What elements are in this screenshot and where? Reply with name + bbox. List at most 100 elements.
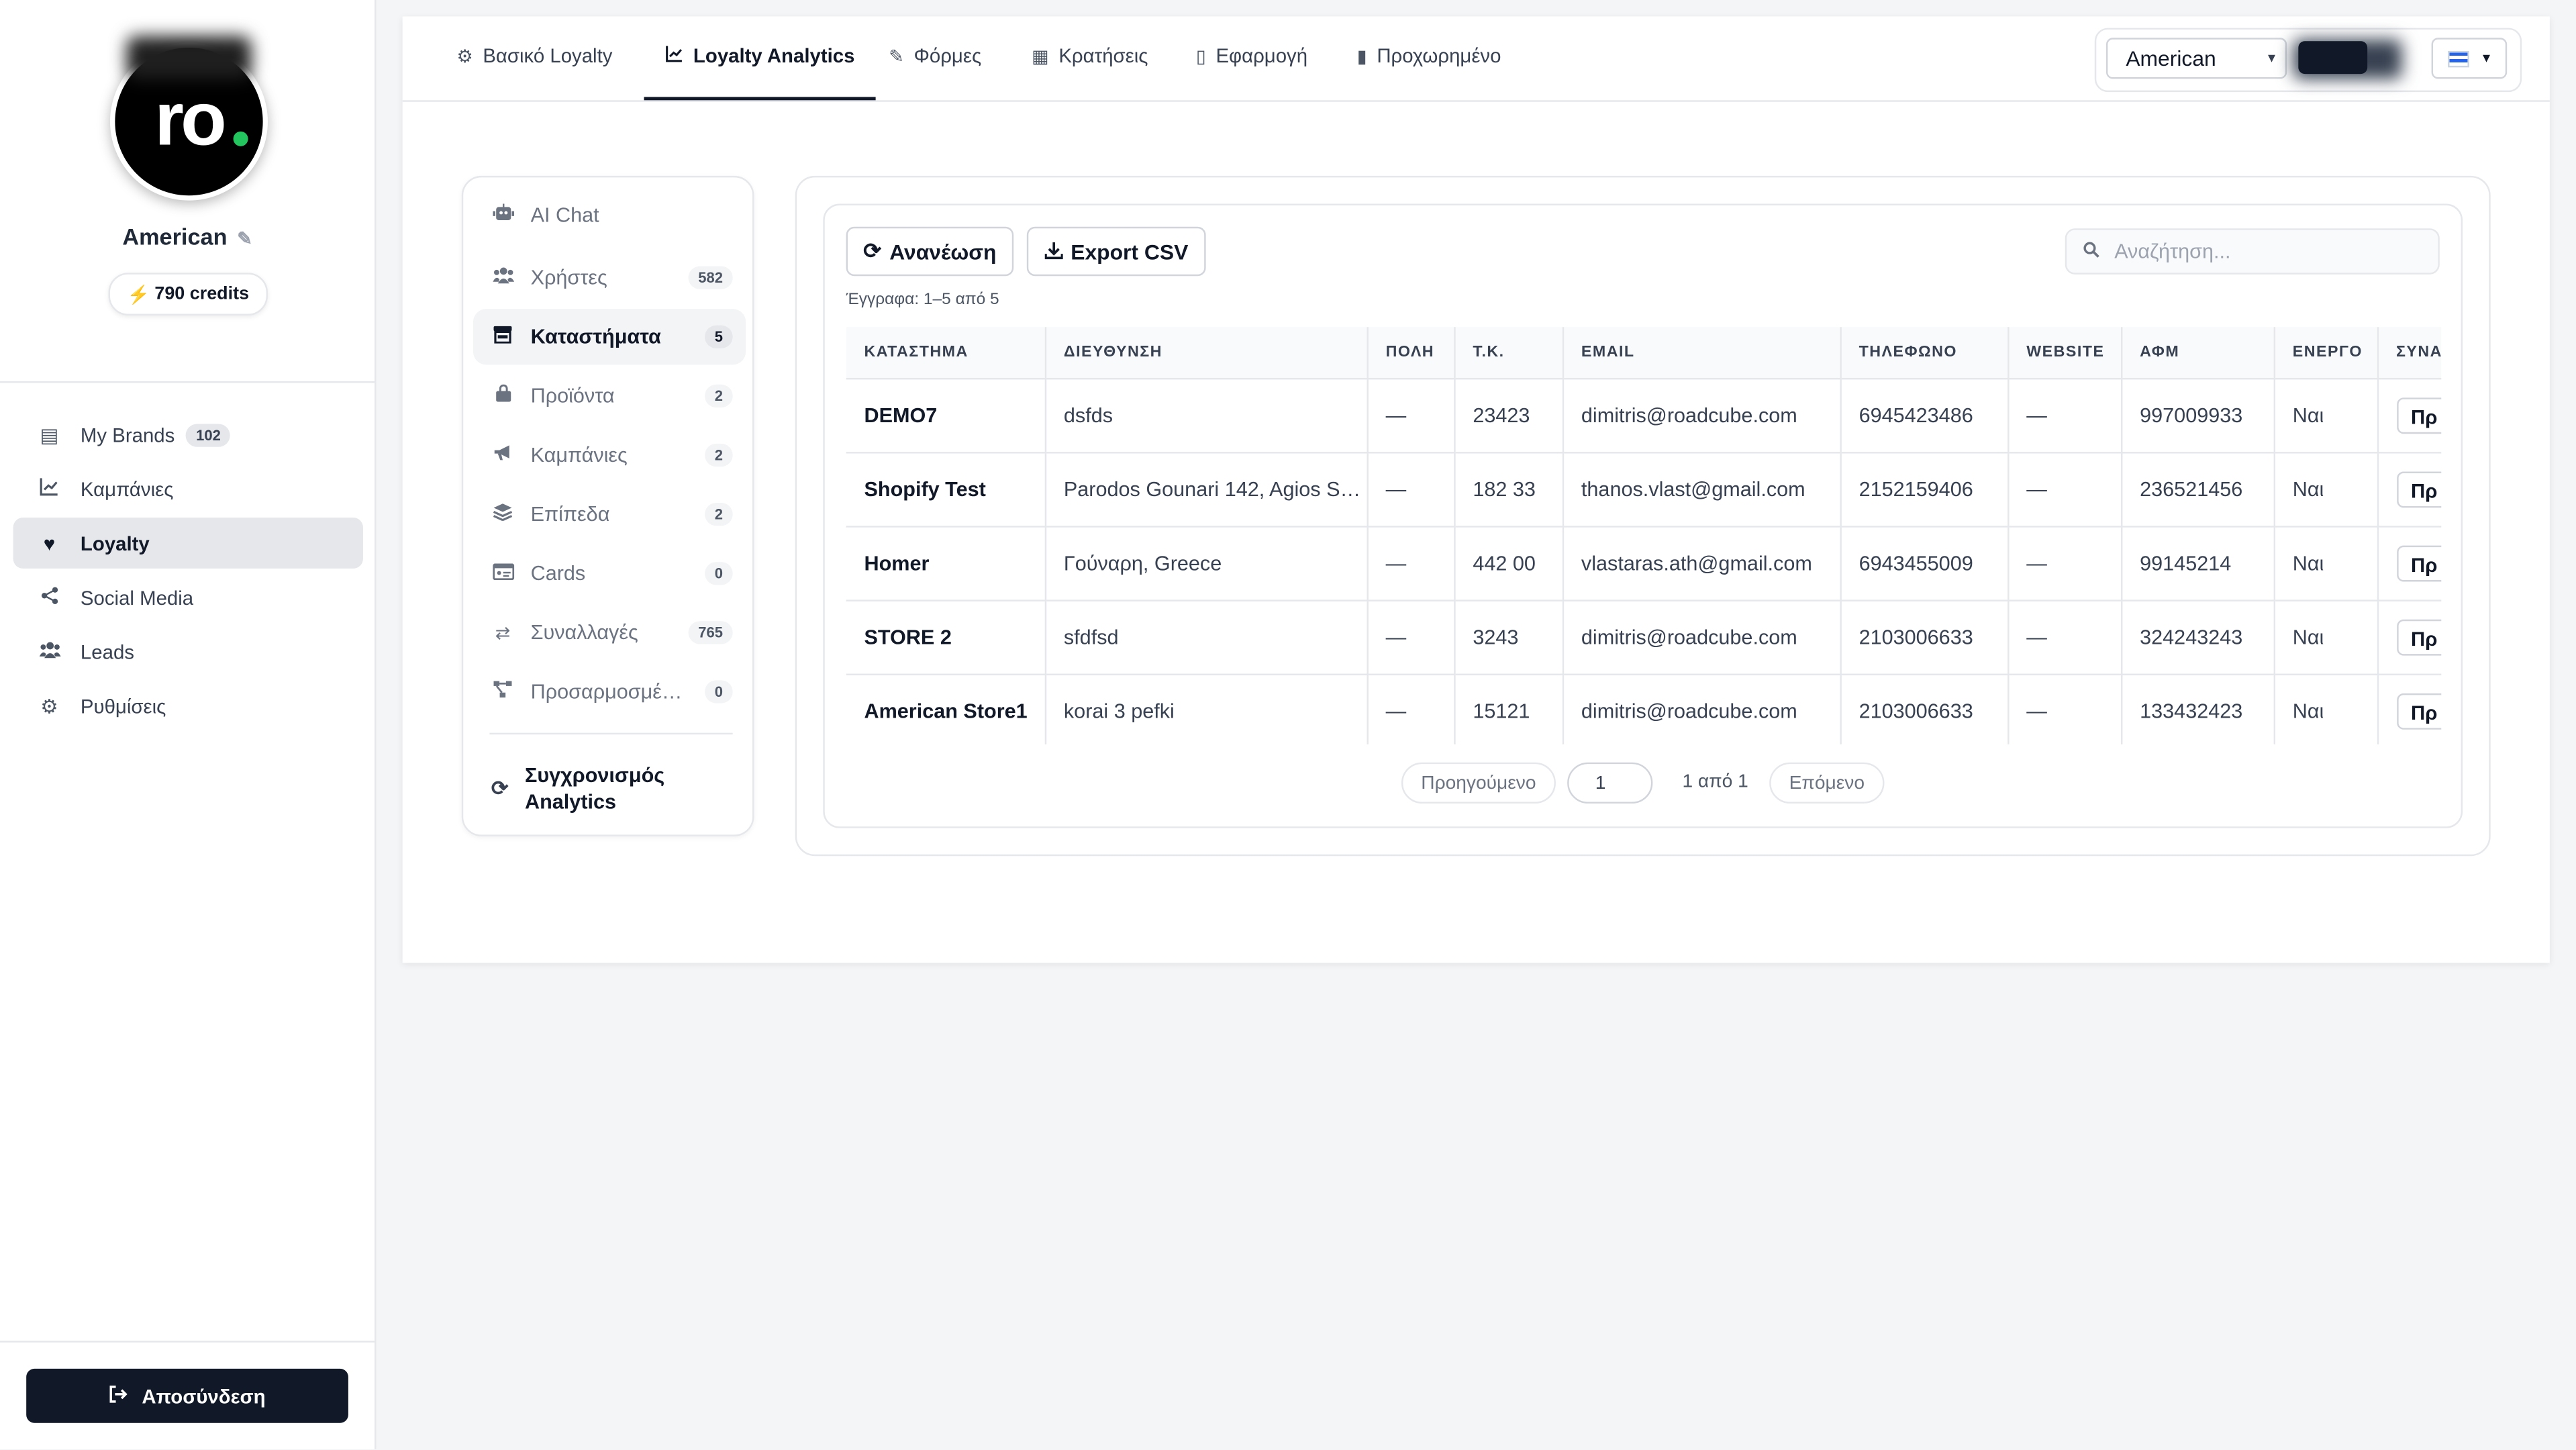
pagination-page-input[interactable] — [1567, 762, 1653, 804]
pagination-prev-button[interactable]: Προηγούμενο — [1401, 762, 1556, 804]
redacted-button[interactable] — [2298, 41, 2368, 75]
store-icon: ▤ — [40, 423, 59, 446]
cell-postcode: 182 33 — [1454, 452, 1563, 528]
refresh-button[interactable]: ⟳ Ανανέωση — [846, 226, 1014, 277]
language-switcher[interactable]: ▾ — [2431, 38, 2508, 79]
cell-phone: 6945423486 — [1840, 379, 2009, 454]
column-header-active[interactable]: ΕΝΕΡΓΟ — [2273, 327, 2379, 380]
tab-basic-loyalty[interactable]: ⚙ Βασικό Loyalty — [456, 44, 612, 100]
pagination-next-button[interactable]: Επόμενο — [1769, 762, 1885, 804]
tab-label: Προχωρημένο — [1377, 44, 1501, 68]
row-action-button[interactable]: Πρ — [2395, 693, 2442, 730]
column-header-address[interactable]: ΔΙΕΥΘΥΝΣΗ — [1044, 327, 1368, 380]
tab-advanced[interactable]: ▮ Προχωρημένο — [1357, 44, 1501, 100]
cell-store: Shopify Test — [846, 452, 1046, 528]
analytics-menu-custom[interactable]: Προσαρμοσμέ… 0 — [473, 664, 746, 720]
analytics-menu-campaigns[interactable]: Καμπάνιες 2 — [473, 427, 746, 483]
analytics-menu-users[interactable]: Χρήστες 582 — [473, 250, 746, 305]
tab-loyalty-analytics[interactable]: Loyalty Analytics — [644, 44, 877, 101]
table-row[interactable]: Shopify Test Parodos Gounari 142, Agios … — [846, 452, 2442, 528]
analytics-menu-badge: 5 — [705, 325, 733, 348]
column-header-postcode[interactable]: Τ.Κ. — [1454, 327, 1563, 380]
brand-select-value: American — [2126, 46, 2216, 71]
tab-app[interactable]: ▯ Εφαρμογή — [1196, 44, 1307, 100]
refresh-icon: ⟳ — [863, 238, 881, 263]
column-header-website[interactable]: WEBSITE — [2008, 327, 2122, 380]
analytics-menu-stores[interactable]: Καταστήματα 5 — [473, 309, 746, 365]
diagram-icon — [491, 680, 514, 703]
pagination-info: 1 από 1 — [1682, 772, 1748, 792]
table-row[interactable]: DEMO7 dsfds — 23423 dimitris@roadcube.co… — [846, 379, 2442, 454]
download-icon — [1044, 239, 1063, 264]
cell-city: — — [1367, 452, 1455, 528]
search-icon — [2083, 236, 2099, 266]
cell-address: Γούναρη, Greece — [1044, 526, 1368, 601]
column-header-store[interactable]: ΚΑΤΑΣΤΗΜΑ — [846, 327, 1046, 380]
stores-table: ΚΑΤΑΣΤΗΜΑ ΔΙΕΥΘΥΝΣΗ ΠΟΛΗ Τ.Κ. EMAIL ΤΗΛΕ… — [846, 327, 2442, 744]
cell-website: — — [2008, 379, 2122, 454]
avatar[interactable]: ro — [109, 36, 268, 201]
brand-select[interactable]: American ▾ — [2106, 38, 2287, 79]
column-header-actions[interactable]: ΣΥΝΑ — [2377, 327, 2442, 380]
sidebar-item-my-brands[interactable]: ▤ My Brands 102 — [13, 409, 363, 460]
cell-vat: 324243243 — [2120, 600, 2275, 676]
analytics-menu-products[interactable]: Προϊόντα 2 — [473, 368, 746, 424]
edit-pencil-icon[interactable]: ✎ — [237, 230, 252, 250]
sidebar-item-label: Social Media — [80, 585, 194, 609]
sidebar-item-campaigns[interactable]: Καμπάνιες — [13, 463, 363, 514]
cell-actions: Πρ — [2377, 452, 2442, 528]
row-action-button[interactable]: Πρ — [2395, 471, 2442, 508]
analytics-menu-badge: 0 — [705, 562, 733, 585]
analytics-menu-transactions[interactable]: ⇄ Συναλλαγές 765 — [473, 605, 746, 661]
column-header-city[interactable]: ΠΟΛΗ — [1367, 327, 1455, 380]
analytics-menu-badge: 0 — [705, 680, 733, 704]
cell-actions: Πρ — [2377, 526, 2442, 601]
cell-city: — — [1367, 526, 1455, 601]
tab-bookings[interactable]: ▦ Κρατήσεις — [1032, 44, 1148, 100]
row-action-button[interactable]: Πρ — [2395, 397, 2442, 434]
sidebar-item-loyalty[interactable]: ♥ Loyalty — [13, 518, 363, 569]
tab-bar: ⚙ Βασικό Loyalty Loyalty Analytics ✎ Φόρ… — [402, 16, 2550, 102]
cell-email: vlastaras.ath@gmail.com — [1562, 526, 1841, 601]
cell-email: dimitris@roadcube.com — [1562, 600, 1841, 676]
sidebar-item-leads[interactable]: Leads — [13, 626, 363, 677]
credits-text: 790 credits — [154, 284, 250, 304]
cell-active: Ναι — [2273, 526, 2379, 601]
sidebar-item-social-media[interactable]: Social Media — [13, 572, 363, 623]
tab-forms[interactable]: ✎ Φόρμες — [889, 44, 981, 100]
chevron-down-icon: ▾ — [2267, 49, 2276, 66]
column-header-phone[interactable]: ΤΗΛΕΦΩΝΟ — [1840, 327, 2009, 380]
column-header-vat[interactable]: ΑΦΜ — [2120, 327, 2275, 380]
analytics-menu-label: Προϊόντα — [530, 384, 615, 408]
table-row[interactable]: STORE 2 sfdfsd — 3243 dimitris@roadcube.… — [846, 600, 2442, 676]
logout-button[interactable]: Αποσύνδεση — [26, 1368, 348, 1423]
cell-vat: 997009933 — [2120, 379, 2275, 454]
export-csv-button[interactable]: Export CSV — [1026, 226, 1206, 277]
cell-email: dimitris@roadcube.com — [1562, 674, 1841, 744]
avatar-logo-text: ro — [154, 75, 227, 161]
analytics-menu-ai-chat[interactable]: AI Chat — [473, 187, 746, 243]
table-row[interactable]: Homer Γούναρη, Greece — 442 00 vlastaras… — [846, 526, 2442, 601]
analytics-menu-label: Cards — [530, 562, 586, 585]
column-header-email[interactable]: EMAIL — [1562, 327, 1841, 380]
sidebar-item-settings[interactable]: ⚙ Ρυθμίσεις — [13, 680, 363, 731]
cell-website: — — [2008, 452, 2122, 528]
cell-phone: 2152159406 — [1840, 452, 2009, 528]
row-action-button[interactable]: Πρ — [2395, 545, 2442, 582]
heart-icon: ♥ — [43, 531, 56, 555]
top-controls: American ▾ ▾ — [2094, 28, 2522, 93]
sync-analytics-button[interactable]: ⟳ Συγχρονισμός Analytics — [491, 763, 738, 815]
row-action-button[interactable]: Πρ — [2395, 619, 2442, 656]
cell-store: Homer — [846, 526, 1046, 601]
table-row[interactable]: American Store1 korai 3 pefki — 15121 di… — [846, 674, 2442, 744]
analytics-menu-badge: 2 — [705, 443, 733, 467]
gears-icon: ⚙ — [456, 47, 473, 68]
sync-analytics-label: Συγχρονισμός Analytics — [525, 763, 664, 815]
search-input[interactable] — [2111, 238, 2430, 265]
tab-label: Φόρμες — [913, 44, 982, 68]
avatar-status-dot — [233, 131, 248, 146]
analytics-menu-cards[interactable]: Cards 0 — [473, 546, 746, 601]
cell-postcode: 442 00 — [1454, 526, 1563, 601]
store-icon — [491, 326, 514, 348]
analytics-menu-levels[interactable]: Επίπεδα 2 — [473, 487, 746, 542]
